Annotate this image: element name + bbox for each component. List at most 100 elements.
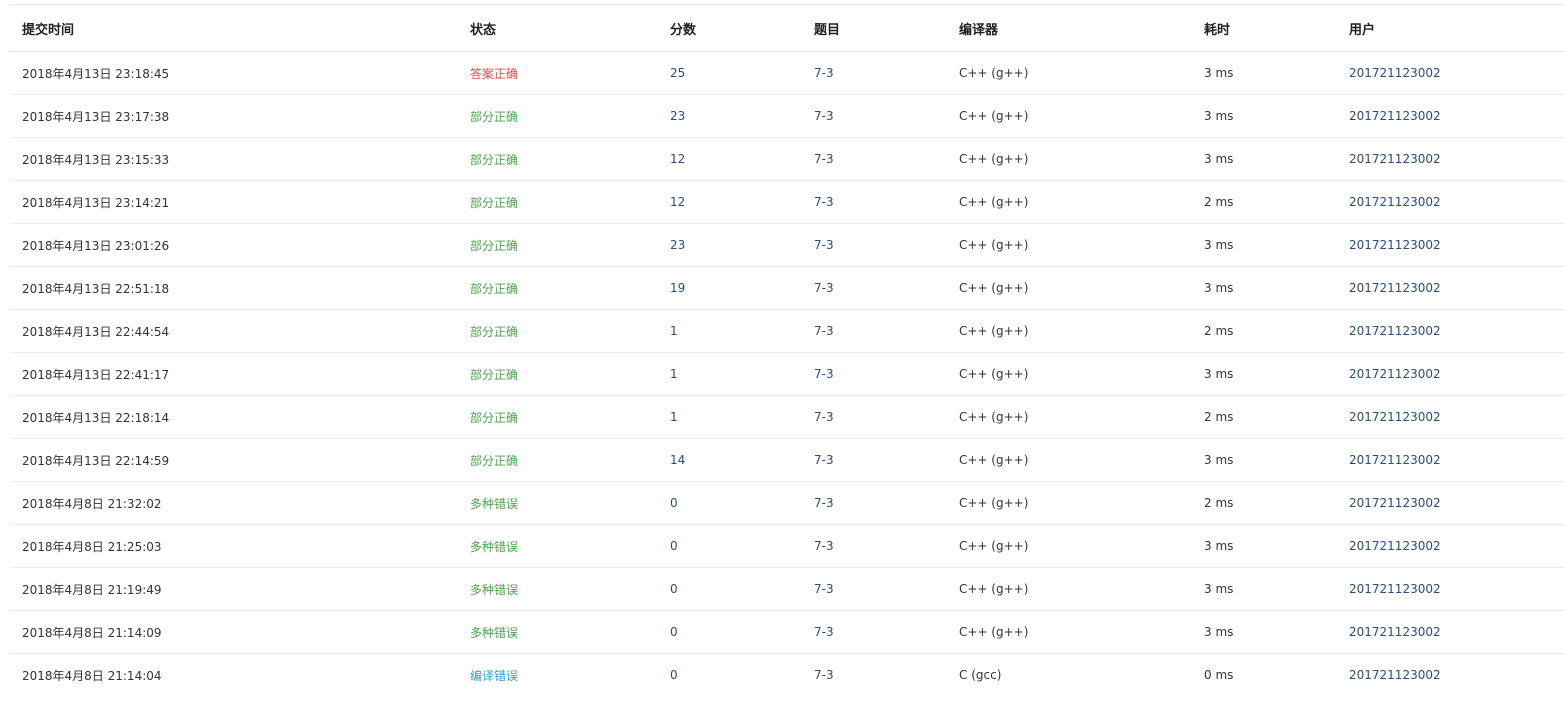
problem-link[interactable]: 7-3 — [802, 654, 947, 697]
compiler: C++ (g++) — [947, 438, 1192, 482]
user-link[interactable]: 201721123002 — [1337, 137, 1565, 181]
compiler: C (gcc) — [959, 668, 1002, 682]
status-link[interactable]: 部分正确 — [458, 223, 658, 267]
score-link[interactable]: 23 — [658, 223, 802, 267]
status-link[interactable]: 部分正确 — [458, 180, 658, 224]
header-time: 提交时间 — [10, 5, 458, 52]
user-link[interactable]: 201721123002 — [1337, 610, 1565, 654]
submit-time: 2018年4月13日 22:14:59 — [10, 438, 458, 482]
score-link[interactable]: 1 — [658, 309, 802, 353]
submissions-table-container: 提交时间 状态 分数 题目 编译器 耗时 用户 2018年4月13日 23:18… — [10, 4, 1565, 696]
table-body: 2018年4月13日 23:18:45 答案正确 25 7-3 C++ (g++… — [10, 51, 1565, 697]
duration: 3 ms — [1192, 223, 1337, 267]
status-link[interactable]: 部分正确 — [458, 266, 658, 310]
user-link[interactable]: 201721123002 — [1337, 524, 1565, 568]
header-problem: 题目 — [802, 5, 947, 52]
score-link[interactable]: 0 — [658, 481, 802, 525]
score-link[interactable]: 0 — [658, 567, 802, 611]
compiler: C++ (g++) — [947, 51, 1192, 95]
score-link[interactable]: 14 — [658, 438, 802, 482]
status-link[interactable]: 多种错误 — [458, 524, 658, 568]
status-link[interactable]: 部分正确 — [458, 309, 658, 353]
user-link[interactable]: 201721123002 — [1337, 51, 1565, 95]
table-row: 2018年4月8日 21:14:04 编译错误 0 7-3 C (gcc) 0 … — [10, 654, 1565, 697]
table-row: 2018年4月13日 22:51:18 部分正确 19 7-3 C++ (g++… — [10, 266, 1565, 310]
score-link[interactable]: 12 — [658, 137, 802, 181]
compiler: C++ (g++) — [947, 352, 1192, 396]
submit-time: 2018年4月13日 23:17:38 — [10, 94, 458, 138]
problem-link[interactable]: 7-3 — [802, 309, 947, 353]
submit-time: 2018年4月13日 22:18:14 — [10, 395, 458, 439]
user-link[interactable]: 201721123002 — [1337, 567, 1565, 611]
submit-time: 2018年4月13日 23:14:21 — [10, 180, 458, 224]
score-link[interactable]: 12 — [658, 180, 802, 224]
header-user: 用户 — [1337, 5, 1565, 52]
status-link[interactable]: 部分正确 — [458, 137, 658, 181]
compiler: C++ (g++) — [947, 94, 1192, 138]
table-row: 2018年4月13日 22:14:59 部分正确 14 7-3 C++ (g++… — [10, 438, 1565, 482]
user-link[interactable]: 201721123002 — [1337, 94, 1565, 138]
user-link[interactable]: 201721123002 — [1337, 654, 1565, 697]
status-link[interactable]: 编译错误 — [458, 654, 658, 697]
duration: 3 ms — [1192, 438, 1337, 482]
user-link[interactable]: 201721123002 — [1337, 481, 1565, 525]
table-row: 2018年4月13日 23:01:26 部分正确 23 7-3 C++ (g++… — [10, 223, 1565, 267]
duration: 3 ms — [1192, 524, 1337, 568]
problem-link[interactable]: 7-3 — [802, 395, 947, 439]
compiler: C++ (g++) — [947, 395, 1192, 439]
submit-time: 2018年4月13日 22:41:17 — [10, 352, 458, 396]
score-link[interactable]: 1 — [658, 352, 802, 396]
duration: 3 ms — [1192, 352, 1337, 396]
problem-link[interactable]: 7-3 — [802, 524, 947, 568]
header-row: 提交时间 状态 分数 题目 编译器 耗时 用户 — [10, 5, 1565, 52]
submit-time: 2018年4月13日 23:18:45 — [10, 51, 458, 95]
status-link[interactable]: 部分正确 — [458, 438, 658, 482]
duration: 3 ms — [1192, 567, 1337, 611]
problem-link[interactable]: 7-3 — [802, 51, 947, 95]
submissions-table: 提交时间 状态 分数 题目 编译器 耗时 用户 2018年4月13日 23:18… — [10, 5, 1565, 696]
duration: 2 ms — [1192, 180, 1337, 224]
table-row: 2018年4月13日 22:18:14 部分正确 1 7-3 C++ (g++)… — [10, 395, 1565, 439]
status-link[interactable]: 多种错误 — [458, 481, 658, 525]
table-row: 2018年4月8日 21:25:03 多种错误 0 7-3 C++ (g++) … — [10, 524, 1565, 568]
problem-link[interactable]: 7-3 — [802, 94, 947, 138]
score-link[interactable]: 0 — [658, 610, 802, 654]
problem-link[interactable]: 7-3 — [802, 180, 947, 224]
table-row: 2018年4月13日 23:18:45 答案正确 25 7-3 C++ (g++… — [10, 51, 1565, 95]
status-link[interactable]: 多种错误 — [458, 567, 658, 611]
submit-time: 2018年4月8日 21:14:04 — [22, 668, 162, 683]
problem-link[interactable]: 7-3 — [802, 266, 947, 310]
score-link[interactable]: 23 — [658, 94, 802, 138]
problem-link[interactable]: 7-3 — [802, 610, 947, 654]
table-row: 2018年4月8日 21:14:09 多种错误 0 7-3 C++ (g++) … — [10, 610, 1565, 654]
header-score: 分数 — [658, 5, 802, 52]
user-link[interactable]: 201721123002 — [1337, 395, 1565, 439]
status-link[interactable]: 多种错误 — [458, 610, 658, 654]
problem-link[interactable]: 7-3 — [802, 567, 947, 611]
problem-link[interactable]: 7-3 — [802, 352, 947, 396]
status-link[interactable]: 部分正确 — [458, 395, 658, 439]
user-link[interactable]: 201721123002 — [1337, 180, 1565, 224]
table-row: 2018年4月13日 23:17:38 部分正确 23 7-3 C++ (g++… — [10, 94, 1565, 138]
compiler: C++ (g++) — [947, 481, 1192, 525]
status-link[interactable]: 部分正确 — [458, 352, 658, 396]
user-link[interactable]: 201721123002 — [1337, 352, 1565, 396]
score-link[interactable]: 0 — [658, 654, 802, 697]
duration: 0 ms — [1204, 668, 1234, 682]
score-link[interactable]: 0 — [658, 524, 802, 568]
problem-link[interactable]: 7-3 — [802, 137, 947, 181]
score-link[interactable]: 25 — [658, 51, 802, 95]
user-link[interactable]: 201721123002 — [1337, 223, 1565, 267]
score-link[interactable]: 1 — [658, 395, 802, 439]
problem-link[interactable]: 7-3 — [802, 481, 947, 525]
problem-link[interactable]: 7-3 — [802, 438, 947, 482]
user-link[interactable]: 201721123002 — [1337, 438, 1565, 482]
compiler: C++ (g++) — [947, 180, 1192, 224]
user-link[interactable]: 201721123002 — [1337, 266, 1565, 310]
status-link[interactable]: 答案正确 — [458, 51, 658, 95]
status-link[interactable]: 部分正确 — [458, 94, 658, 138]
score-link[interactable]: 19 — [658, 266, 802, 310]
header-duration: 耗时 — [1192, 5, 1337, 52]
problem-link[interactable]: 7-3 — [802, 223, 947, 267]
user-link[interactable]: 201721123002 — [1337, 309, 1565, 353]
